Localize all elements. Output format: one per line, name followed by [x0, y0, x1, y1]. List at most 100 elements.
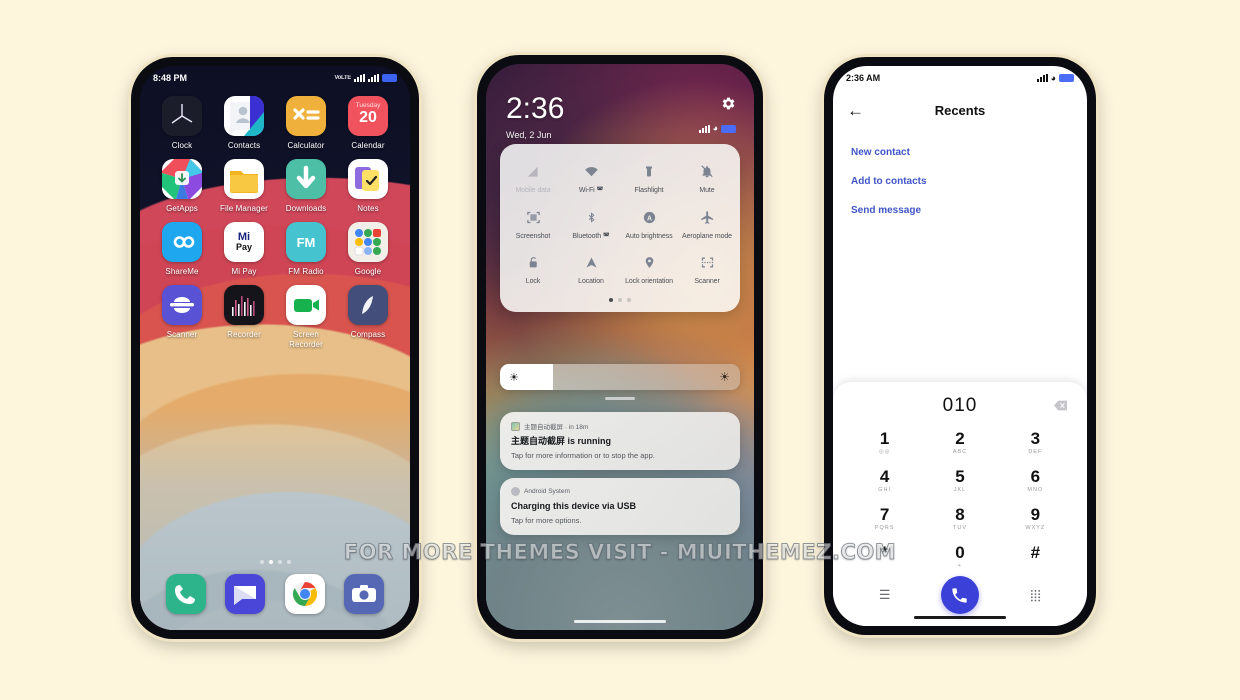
dial-key-0[interactable]: 0 +	[922, 540, 997, 573]
app-fm-radio[interactable]: FM FM Radio	[276, 222, 336, 277]
home-indicator[interactable]	[574, 620, 666, 623]
quick-settings-page-indicator[interactable]	[504, 298, 736, 303]
notification-title: Charging this device via USB	[511, 501, 637, 511]
notification-card-usb[interactable]: Android System Charging this device via …	[500, 478, 740, 535]
app-calendar[interactable]: Tuesday 20 Calendar	[338, 96, 398, 151]
screen-recorder-app-icon	[286, 285, 326, 325]
phone-control-center: 2:36 Wed, 2 Jun ◕ Mobile data Wi-Fi ◚ Fl…	[477, 55, 763, 639]
wifi-icon: ◕	[712, 123, 718, 133]
home-indicator[interactable]	[914, 616, 1006, 619]
app-notes[interactable]: Notes	[338, 159, 398, 214]
dial-letters: PQRS	[874, 524, 895, 531]
app-label: ShareMe	[165, 267, 199, 276]
app-screen-recorder[interactable]: Screen Recorder	[276, 285, 336, 350]
qs-label: Lock	[525, 278, 541, 286]
back-arrow-icon[interactable]: ←	[847, 102, 864, 119]
home-page-indicator[interactable]	[140, 560, 410, 564]
gear-icon[interactable]	[721, 96, 736, 116]
dialpad-entry[interactable]: 010	[847, 392, 1073, 420]
shareme-app-icon	[162, 222, 202, 262]
dialpad-bottom-bar: ☰	[847, 576, 1073, 618]
dial-key-9[interactable]: 9 WXYZ	[998, 502, 1073, 535]
qs-tile-mute[interactable]: Mute	[678, 156, 736, 202]
bluetooth-icon	[586, 209, 597, 226]
qs-tile-auto-brightness[interactable]: A Auto brightness	[620, 202, 678, 248]
app-label: Recorder	[227, 330, 261, 339]
dial-letters: GHI	[878, 486, 892, 493]
app-getapps[interactable]: GetApps	[152, 159, 212, 214]
qs-tile-flashlight[interactable]: Flashlight	[620, 156, 678, 202]
dial-key-5[interactable]: 5 JKL	[922, 464, 997, 497]
notification-header: 主题自动截屏 · in 18m	[511, 421, 729, 431]
link-send-message[interactable]: Send message	[851, 196, 1069, 225]
qs-tile-scanner[interactable]: Scanner	[678, 247, 736, 293]
qs-label: Screenshot	[515, 232, 551, 240]
panel-drag-handle[interactable]	[605, 397, 635, 400]
dial-key-6[interactable]: 6 MNO	[998, 464, 1073, 497]
quick-settings-panel: Mobile data Wi-Fi ◚ Flashlight Mute Scre…	[500, 144, 740, 313]
battery-icon	[1059, 74, 1074, 82]
phone-dock-icon	[165, 574, 206, 614]
dock-item-chrome[interactable]	[275, 574, 335, 614]
backspace-icon[interactable]	[1054, 400, 1067, 414]
dock-item-messages[interactable]	[216, 574, 276, 614]
app-clock[interactable]: Clock	[152, 96, 212, 151]
qs-tile-location[interactable]: Location	[562, 247, 620, 293]
flashlight-icon	[643, 163, 655, 180]
qs-tile-screenshot[interactable]: Screenshot	[504, 202, 562, 248]
qs-label: Mobile data	[515, 187, 551, 194]
dock-item-camera[interactable]	[335, 574, 395, 614]
notification-body: Tap for more information or to stop the …	[511, 450, 655, 460]
brightness-high-icon: ☀	[719, 370, 730, 384]
app-label: Scanner	[166, 330, 198, 339]
notification-card-theme[interactable]: 主题自动截屏 · in 18m 主题自动截屏 is running Tap fo…	[500, 412, 740, 470]
app-google-folder[interactable]: Google	[338, 222, 398, 277]
downloads-app-icon	[286, 159, 326, 199]
fm-radio-text: FM	[296, 234, 316, 250]
qs-dot	[627, 298, 631, 303]
app-compass[interactable]: Compass	[338, 285, 398, 350]
app-scanner[interactable]: Scanner	[152, 285, 212, 350]
dial-key-1[interactable]: 1 ◎◎	[847, 426, 922, 459]
home-app-row-4: Scanner Recorder Screen Recorder Compass	[152, 285, 398, 350]
app-downloads[interactable]: Downloads	[276, 159, 336, 214]
app-contacts[interactable]: Contacts	[214, 96, 274, 151]
phone-dialer: 2:36 AM ◕ ← Recents New contact Add to c…	[824, 57, 1096, 635]
dial-key-hash[interactable]: #	[998, 540, 1073, 573]
dial-key-8[interactable]: 8 TUV	[922, 502, 997, 535]
quick-settings-row-1: Mobile data Wi-Fi ◚ Flashlight Mute	[504, 156, 736, 202]
brightness-slider[interactable]: ☀ ☀	[500, 364, 740, 390]
link-add-to-contacts[interactable]: Add to contacts	[851, 167, 1069, 196]
getapps-app-icon	[162, 159, 202, 199]
messages-dock-icon	[225, 574, 266, 614]
quick-settings-row-3: Lock Location Lock orientation Scanner	[504, 247, 736, 293]
dial-key-3[interactable]: 3 DEF	[998, 426, 1073, 459]
app-mipay[interactable]: Mi Pay Mi Pay	[214, 222, 274, 277]
app-file-manager[interactable]: File Manager	[214, 159, 274, 214]
qs-tile-mobile-data[interactable]: Mobile data	[504, 156, 562, 202]
link-new-contact[interactable]: New contact	[851, 138, 1069, 167]
control-center-status-icons: ◕	[698, 123, 736, 133]
control-center-time: 2:36	[506, 92, 565, 125]
app-shareme[interactable]: ShareMe	[152, 222, 212, 277]
clock-app-icon	[162, 96, 202, 136]
app-label: GetApps	[166, 204, 198, 213]
qs-tile-lock[interactable]: Lock	[504, 247, 562, 293]
qs-tile-bluetooth[interactable]: Bluetooth ◚	[562, 202, 620, 248]
qs-tile-wifi[interactable]: Wi-Fi ◚	[562, 156, 620, 202]
dialpad-keys: 1 ◎◎ 2 ABC 3 DEF 4 GHI 5 JKL 6 MNO 7 PQR…	[847, 426, 1073, 573]
keypad-icon[interactable]	[998, 589, 1073, 602]
app-calculator[interactable]: Calculator	[276, 96, 336, 151]
app-recorder[interactable]: Recorder	[214, 285, 274, 350]
call-button[interactable]	[940, 576, 979, 614]
dial-key-star[interactable]: *	[847, 540, 922, 573]
dial-key-2[interactable]: 2 ABC	[922, 426, 997, 459]
dock-item-phone[interactable]	[156, 574, 216, 614]
dial-key-7[interactable]: 7 PQRS	[847, 502, 922, 535]
qs-tile-aeroplane-mode[interactable]: Aeroplane mode	[678, 202, 736, 248]
dial-key-4[interactable]: 4 GHI	[847, 464, 922, 497]
qs-tile-lock-orientation[interactable]: Lock orientation	[620, 247, 678, 293]
menu-icon[interactable]: ☰	[847, 587, 922, 603]
battery-icon	[721, 124, 736, 133]
call-icon	[952, 587, 968, 603]
